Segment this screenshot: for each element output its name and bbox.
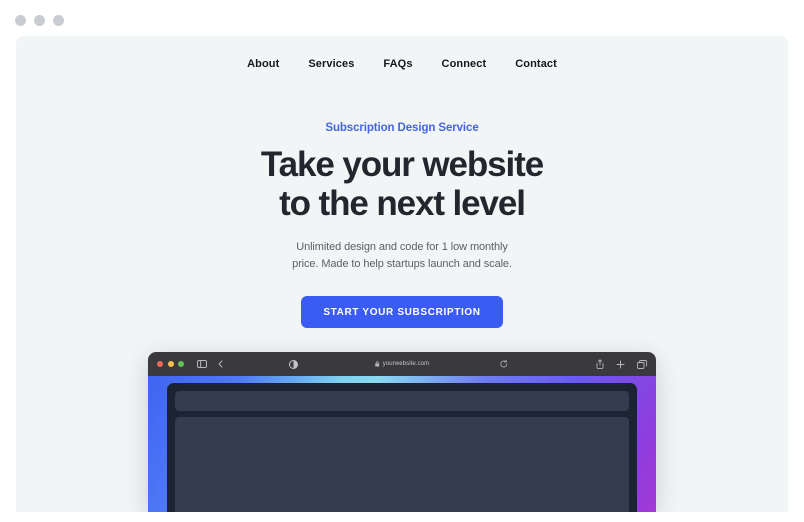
mockup-viewport	[148, 376, 656, 512]
browser-mockup: yourwebsite.com	[148, 352, 656, 512]
hero-subtitle-line-1: Unlimited design and code for 1 low mont…	[296, 241, 508, 254]
mockup-address-bar[interactable]: yourwebsite.com	[375, 361, 430, 367]
mockup-content-frame	[167, 383, 637, 512]
mockup-maximize-dot[interactable]	[178, 361, 184, 367]
window-dot-maximize[interactable]	[53, 15, 64, 26]
share-icon[interactable]	[596, 359, 604, 369]
sidebar-toggle-icon[interactable]	[197, 360, 207, 368]
mockup-content-panel	[175, 417, 629, 512]
hero-section: Subscription Design Service Take your we…	[16, 122, 788, 329]
page-title: Take your website to the next level	[16, 145, 788, 223]
hero-subtitle-line-2: price. Made to help startups launch and …	[292, 258, 512, 271]
mockup-content-bar	[175, 391, 629, 411]
reload-icon[interactable]	[500, 360, 508, 368]
start-subscription-button[interactable]: START YOUR SUBSCRIPTION	[301, 296, 503, 329]
mockup-toolbar-right	[596, 359, 647, 369]
window-dot-close[interactable]	[15, 15, 26, 26]
mockup-toolbar: yourwebsite.com	[148, 352, 656, 376]
hero-eyebrow: Subscription Design Service	[325, 122, 479, 134]
nav-item-connect[interactable]: Connect	[442, 58, 487, 70]
nav-item-faqs[interactable]: FAQs	[383, 58, 412, 70]
tab-overview-icon[interactable]	[637, 359, 647, 369]
reader-contrast-icon[interactable]	[289, 359, 298, 369]
page-card: About Services FAQs Connect Contact Subs…	[16, 36, 788, 512]
hero-title-line-1: Take your website	[260, 145, 544, 184]
nav-item-about[interactable]: About	[247, 58, 279, 70]
site-nav: About Services FAQs Connect Contact	[16, 58, 788, 70]
hero-subtitle: Unlimited design and code for 1 low mont…	[16, 239, 788, 273]
plus-icon[interactable]	[616, 360, 625, 369]
mockup-url-text: yourwebsite.com	[382, 361, 430, 367]
chevron-left-icon[interactable]	[218, 360, 223, 368]
nav-item-services[interactable]: Services	[308, 58, 354, 70]
mockup-close-dot[interactable]	[157, 361, 163, 367]
lock-icon	[375, 361, 380, 367]
mockup-minimize-dot[interactable]	[167, 361, 174, 367]
window-controls	[15, 15, 64, 26]
nav-item-contact[interactable]: Contact	[515, 58, 557, 70]
window-chrome	[0, 0, 804, 36]
mockup-traffic-lights	[157, 361, 184, 367]
hero-title-line-2: to the next level	[279, 184, 526, 224]
window-dot-minimize[interactable]	[34, 15, 45, 26]
